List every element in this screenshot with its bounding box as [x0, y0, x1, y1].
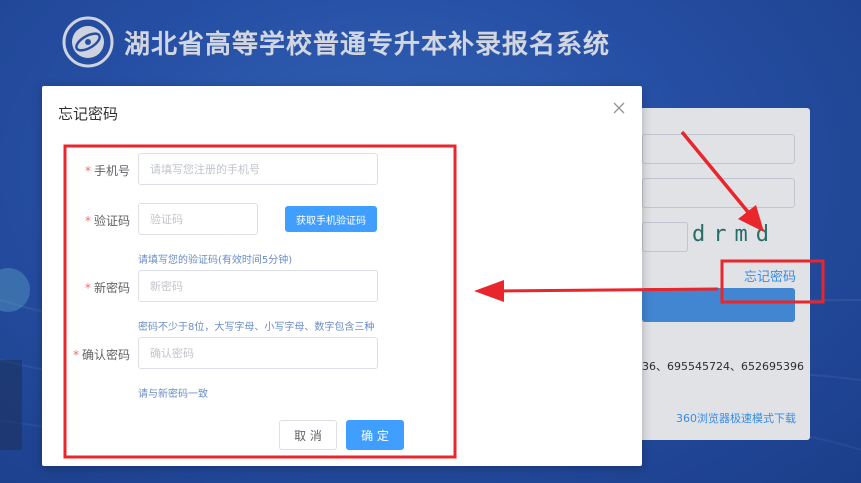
phone-label: * 手机号 — [84, 164, 130, 178]
code-label: * 验证码 — [84, 214, 130, 228]
verification-code-input[interactable] — [138, 203, 258, 235]
new-password-input[interactable] — [138, 270, 378, 302]
phone-input[interactable] — [138, 153, 378, 185]
confirm-password-hint: 请与新密码一致 — [138, 389, 208, 400]
get-sms-code-button[interactable]: 获取手机验证码 — [285, 206, 377, 232]
reset-password-form: *手机号 *验证码 获取手机验证码 请填写您的验证码(有效时间5分钟) *新密码… — [42, 86, 642, 466]
confirm-password-input[interactable] — [138, 337, 378, 369]
required-star: * — [72, 348, 79, 362]
code-hint: 请填写您的验证码(有效时间5分钟) — [138, 255, 293, 266]
new-password-label: * 新密码 — [84, 281, 130, 295]
confirm-password-label: * 确认密码 — [72, 348, 130, 362]
forgot-password-dialog: 忘记密码 *手机号 *验证码 获取手机验证码 请填写您的验证码(有效时间5分钟)… — [42, 86, 642, 466]
required-star: * — [84, 214, 91, 228]
confirm-button[interactable]: 确 定 — [346, 420, 404, 450]
required-star: * — [84, 164, 91, 178]
new-password-hint: 密码不少于8位，大写字母、小写字母、数字包含三种 — [138, 322, 375, 333]
required-star: * — [84, 281, 91, 295]
cancel-button[interactable]: 取 消 — [279, 420, 337, 450]
